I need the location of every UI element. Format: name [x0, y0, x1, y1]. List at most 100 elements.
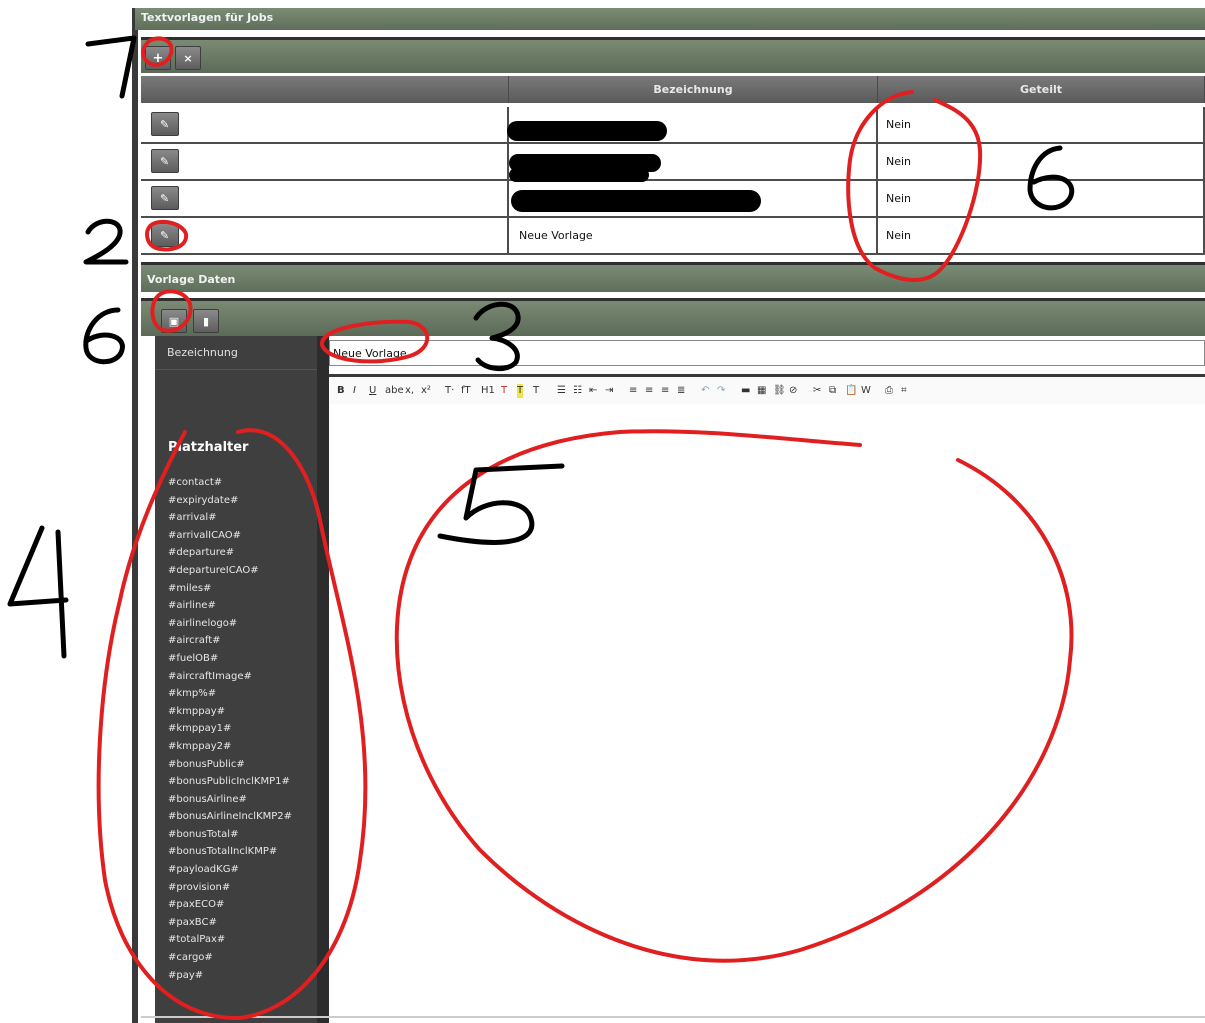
annotation-number-2 [83, 218, 129, 265]
placeholder-item[interactable]: #bonusAirlineInclKMP2# [168, 808, 314, 826]
undo-icon[interactable]: ↶ [701, 384, 709, 398]
placeholder-item[interactable]: #fuelOB# [168, 650, 314, 668]
bulleted-list-icon[interactable]: ☰ [557, 384, 566, 398]
pencil-icon: ✎ [160, 155, 170, 168]
justify-icon[interactable]: ≣ [677, 384, 685, 398]
bold-icon[interactable]: B [337, 384, 345, 398]
subscript-icon[interactable]: x, [405, 384, 414, 398]
redaction-mark [511, 190, 761, 212]
horizontal-rule-icon[interactable]: ▬ [741, 384, 750, 398]
numbered-list-icon[interactable]: ☷ [573, 384, 582, 398]
row-name: Neue Vorlage [509, 218, 878, 253]
annotation-number-1 [85, 35, 137, 99]
highlight-icon[interactable]: T [517, 384, 524, 398]
placeholder-item[interactable]: #aircraft# [168, 632, 314, 650]
placeholder-item[interactable]: #airlinelogo# [168, 615, 314, 633]
link-icon[interactable]: ⛓ [773, 384, 786, 398]
placeholder-item[interactable]: #paxBC# [168, 914, 314, 932]
cut-icon[interactable]: ✂ [813, 384, 821, 398]
column-header-bezeichnung[interactable]: Bezeichnung [509, 76, 878, 103]
placeholder-item[interactable]: #contact# [168, 474, 314, 492]
placeholder-item[interactable]: #kmp%# [168, 685, 314, 703]
redaction-mark [507, 121, 667, 141]
save-icon: ▣ [168, 315, 180, 328]
placeholder-item[interactable]: #expirydate# [168, 492, 314, 510]
italic-icon[interactable]: I [353, 384, 356, 398]
add-button[interactable]: + [145, 46, 171, 70]
table-row[interactable]: ✎ Neue Vorlage Nein [141, 218, 1205, 255]
text-color-icon[interactable]: T [501, 384, 507, 398]
window-title: Textvorlagen für Jobs [135, 8, 1205, 30]
name-label: Bezeichnung [155, 336, 317, 370]
row-shared: Nein [878, 144, 1205, 179]
templates-table: Bezeichnung Geteilt ✎ Nein ✎ Nein ✎ Nein… [141, 76, 1205, 256]
editor-toolbar: B I Uabe x, x² T· fT H1 T T T ☰ ☷ ⇤ ⇥ ≡ ≡ ≡ ≣ ↶ ↷ ▬ ▦ ⛓ ⊘ ✂ ⧉ 📋 W ⎙ ⌗ [329, 374, 1205, 404]
placeholder-list: #contact# #expirydate# #arrival# #arrivalIC… [168, 474, 314, 984]
indent-icon[interactable]: ⇥ [605, 384, 613, 398]
clear-format-icon[interactable]: T [533, 384, 539, 398]
source-icon[interactable]: ⌗ [901, 384, 907, 398]
placeholder-item[interactable]: #miles# [168, 580, 314, 598]
align-center-icon[interactable]: ≡ [645, 384, 653, 398]
align-right-icon[interactable]: ≡ [661, 384, 669, 398]
column-header-actions [141, 76, 509, 103]
placeholder-item[interactable]: #pay# [168, 967, 314, 985]
strike-icon[interactable]: abe [385, 384, 404, 398]
placeholder-item[interactable]: #paxECO# [168, 896, 314, 914]
placeholder-item[interactable]: #bonusAirline# [168, 791, 314, 809]
placeholder-item[interactable]: #kmppay1# [168, 720, 314, 738]
paste-icon[interactable]: 📋 [845, 384, 857, 398]
underline-icon[interactable]: U [369, 384, 376, 398]
left-border [132, 8, 138, 1023]
table-row[interactable]: ✎ Nein [141, 107, 1205, 144]
name-input[interactable] [329, 340, 1205, 366]
placeholder-item[interactable]: #arrivalICAO# [168, 527, 314, 545]
sidebar-divider [317, 336, 329, 1023]
placeholder-item[interactable]: #arrival# [168, 509, 314, 527]
font-icon[interactable]: fT [461, 384, 471, 398]
placeholder-item[interactable]: #kmppay# [168, 703, 314, 721]
table-row[interactable]: ✎ Nein [141, 181, 1205, 218]
column-header-geteilt[interactable]: Geteilt [878, 76, 1205, 103]
placeholder-item[interactable]: #bonusTotalInclKMP# [168, 843, 314, 861]
save-button[interactable]: ▣ [161, 309, 187, 333]
grid-toolbar: + × [141, 37, 1205, 73]
delete-button[interactable]: × [175, 46, 201, 70]
bottom-border [141, 1016, 1205, 1018]
redaction-mark [509, 168, 649, 182]
annotation-number-6 [83, 307, 125, 365]
placeholder-item[interactable]: #bonusPublic# [168, 756, 314, 774]
unlink-icon[interactable]: ⊘ [789, 384, 797, 398]
table-row[interactable]: ✎ Nein [141, 144, 1205, 182]
align-left-icon[interactable]: ≡ [629, 384, 637, 398]
redo-icon[interactable]: ↷ [717, 384, 725, 398]
pencil-icon: ✎ [160, 192, 170, 205]
placeholder-item[interactable]: #airline# [168, 597, 314, 615]
placeholder-item[interactable]: #departure# [168, 544, 314, 562]
outdent-icon[interactable]: ⇤ [589, 384, 597, 398]
placeholder-item[interactable]: #kmppay2# [168, 738, 314, 756]
data-panel-title: Vorlage Daten [141, 262, 1205, 292]
placeholder-item[interactable]: #payloadKG# [168, 861, 314, 879]
pencil-icon: ✎ [160, 118, 170, 131]
copy-icon[interactable]: ⧉ [829, 384, 836, 398]
placeholder-item[interactable]: #aircraftImage# [168, 668, 314, 686]
placeholder-title: Platzhalter [168, 440, 249, 455]
placeholder-item[interactable]: #bonusTotal# [168, 826, 314, 844]
placeholder-item[interactable]: #cargo# [168, 949, 314, 967]
row-shared: Nein [878, 181, 1205, 216]
paste-word-icon[interactable]: W [861, 384, 871, 398]
placeholder-item[interactable]: #provision# [168, 879, 314, 897]
placeholder-item[interactable]: #totalPax# [168, 931, 314, 949]
font-size-icon[interactable]: T· [445, 384, 454, 398]
row-shared: Nein [878, 107, 1205, 142]
editor-content[interactable] [329, 404, 1205, 1016]
superscript-icon[interactable]: x² [421, 384, 431, 398]
heading-icon[interactable]: H1 [481, 384, 495, 398]
placeholder-item[interactable]: #bonusPublicInclKMP1# [168, 773, 314, 791]
print-icon[interactable]: ⎙ [885, 384, 893, 398]
data-panel-toolbar: ▣ ▮ [141, 298, 1205, 336]
image-icon[interactable]: ▦ [757, 384, 766, 398]
trash-button[interactable]: ▮ [193, 309, 219, 333]
placeholder-item[interactable]: #departureICAO# [168, 562, 314, 580]
